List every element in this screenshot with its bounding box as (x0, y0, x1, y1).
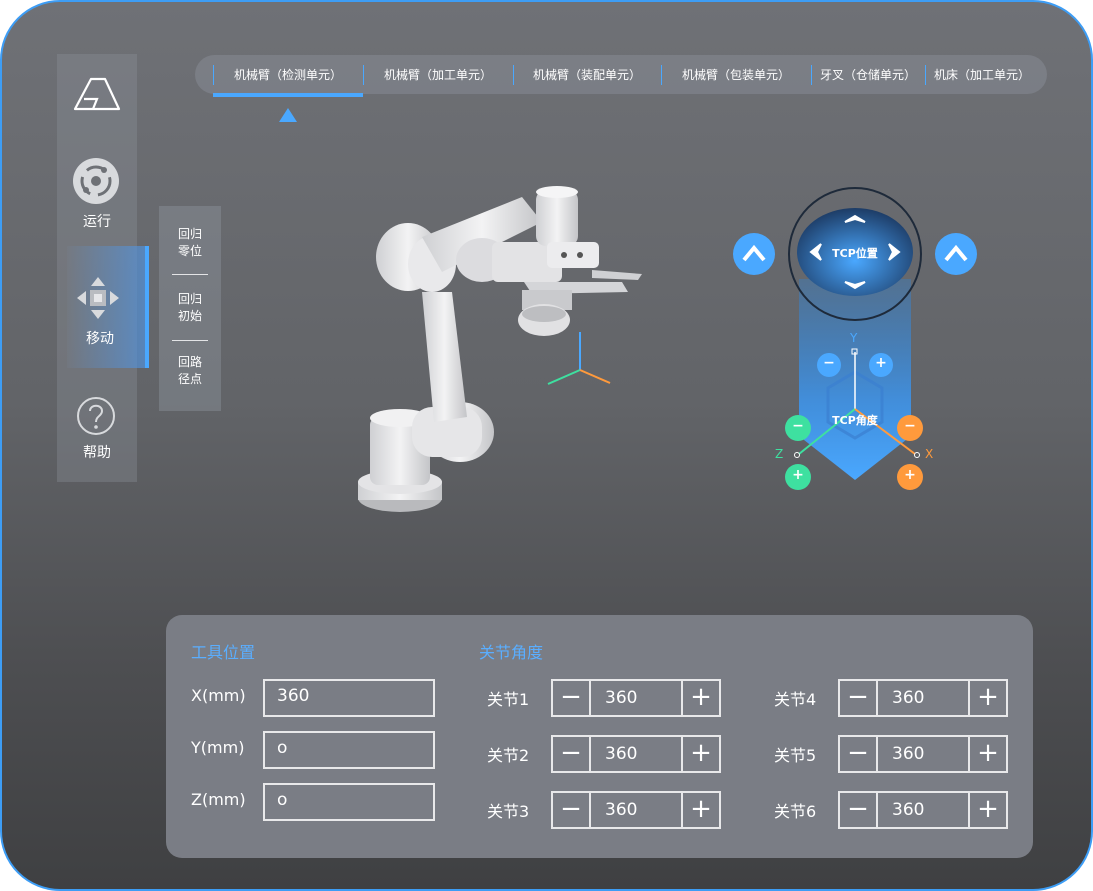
tab-assembly-arm[interactable]: 机械臂（装配单元） (513, 63, 661, 87)
joint-5-value[interactable]: 360 (892, 737, 924, 771)
joint-label: 关节2 (487, 746, 530, 765)
joint-label: 关节4 (774, 690, 817, 709)
sidebar-item-help[interactable]: 帮助 (57, 384, 137, 494)
z-plus-label: + (792, 467, 804, 483)
submenu-label: 回归 (177, 227, 202, 241)
sidebar-item-label: 移动 (86, 331, 114, 347)
move-submenu: 回归 零位 回归 初始 回路 径点 (159, 206, 221, 411)
submenu-label: 回路 (177, 355, 202, 369)
tcp-control-widget: TCP位置 TCP角度 Y Z X − + − + − + (727, 184, 987, 494)
sidebar-item-run[interactable]: 运行 (57, 149, 137, 259)
joint-angles-title: 关节角度 (479, 643, 544, 662)
x-field-label: X(mm) (191, 686, 246, 705)
joint-3-value[interactable]: 360 (605, 793, 637, 827)
rotate-right-button[interactable] (935, 233, 977, 275)
robot-arm-model[interactable] (342, 182, 642, 522)
coordinates-panel: 工具位置 关节角度 X(mm) 360 Y(mm) o Z(mm) o 关节1 … (166, 615, 1033, 858)
tab-machine-tool[interactable]: 机床（加工单元） (925, 63, 1039, 87)
joint-label: 关节5 (774, 746, 817, 765)
joint-6-value[interactable]: 360 (892, 793, 924, 827)
y-minus-label: − (823, 355, 835, 371)
joint-2-stepper: − 360 + (551, 735, 721, 773)
tab-inspection-arm[interactable]: 机械臂（检测单元） (213, 63, 363, 87)
axis-z-label: Z (775, 447, 784, 461)
sidebar: 运行 移动 帮助 (57, 54, 149, 482)
y-plus-label: + (875, 355, 887, 371)
joint-4-decrement-button[interactable]: − (840, 681, 878, 715)
joint-6-stepper: − 360 + (838, 791, 1008, 829)
joint-4-stepper: − 360 + (838, 679, 1008, 717)
joint-3-decrement-button[interactable]: − (553, 793, 591, 827)
move-icon (77, 277, 119, 319)
rotate-left-button[interactable] (733, 233, 775, 275)
joint-2-increment-button[interactable]: + (681, 737, 719, 771)
submenu-return-path[interactable]: 回路 径点 (159, 354, 221, 388)
joint-6-decrement-button[interactable]: − (840, 793, 878, 827)
y-field-label: Y(mm) (191, 738, 245, 757)
run-icon (73, 158, 119, 204)
active-tab-indicator (213, 93, 363, 97)
sidebar-item-label: 帮助 (83, 445, 111, 461)
joint-5-increment-button[interactable]: + (968, 737, 1006, 771)
y-position-input[interactable]: o (263, 731, 435, 769)
z-position-input[interactable]: o (263, 783, 435, 821)
x-plus-label: + (904, 467, 916, 483)
app-frame: 机械臂（检测单元） 机械臂（加工单元） 机械臂（装配单元） 机械臂（包装单元） … (0, 0, 1093, 891)
submenu-return-zero[interactable]: 回归 零位 (159, 226, 221, 260)
unit-tabs: 机械臂（检测单元） 机械臂（加工单元） 机械臂（装配单元） 机械臂（包装单元） … (195, 55, 1047, 94)
logo-icon (73, 77, 121, 111)
joint-1-decrement-button[interactable]: − (553, 681, 591, 715)
joint-3-stepper: − 360 + (551, 791, 721, 829)
joint-label: 关节6 (774, 802, 817, 821)
axis-x-label: X (925, 447, 934, 461)
joint-5-stepper: − 360 + (838, 735, 1008, 773)
joint-3-increment-button[interactable]: + (681, 793, 719, 827)
sidebar-item-label: 运行 (83, 214, 111, 230)
tcp-position-label: TCP位置 (832, 247, 878, 260)
joint-2-value[interactable]: 360 (605, 737, 637, 771)
sidebar-item-move[interactable]: 移动 (67, 246, 149, 368)
x-position-input[interactable]: 360 (263, 679, 435, 717)
z-field-label: Z(mm) (191, 790, 246, 809)
submenu-label: 回归 (177, 292, 202, 306)
joint-1-increment-button[interactable]: + (681, 681, 719, 715)
z-minus-label: − (792, 418, 804, 434)
help-icon (77, 397, 115, 435)
joint-4-value[interactable]: 360 (892, 681, 924, 715)
tab-packaging-arm[interactable]: 机械臂（包装单元） (661, 63, 811, 87)
tcp-angle-label: TCP角度 (832, 414, 878, 427)
joint-label: 关节3 (487, 802, 530, 821)
submenu-return-initial[interactable]: 回归 初始 (159, 291, 221, 325)
joint-5-decrement-button[interactable]: − (840, 737, 878, 771)
active-tab-caret-icon (279, 108, 297, 122)
submenu-divider (172, 340, 208, 341)
joint-2-decrement-button[interactable]: − (553, 737, 591, 771)
axis-y-label: Y (850, 331, 858, 345)
joint-1-value[interactable]: 360 (605, 681, 637, 715)
tab-machining-arm[interactable]: 机械臂（加工单元） (363, 63, 513, 87)
submenu-label: 初始 (177, 309, 202, 323)
submenu-label: 径点 (177, 372, 202, 386)
x-minus-label: − (904, 418, 916, 434)
submenu-divider (172, 274, 208, 275)
joint-label: 关节1 (487, 690, 530, 709)
joint-6-increment-button[interactable]: + (968, 793, 1006, 827)
submenu-label: 零位 (177, 244, 202, 258)
joint-4-increment-button[interactable]: + (968, 681, 1006, 715)
tool-position-title: 工具位置 (191, 643, 256, 662)
joint-1-stepper: − 360 + (551, 679, 721, 717)
tab-storage-fork[interactable]: 牙叉（仓储单元） (811, 63, 925, 87)
